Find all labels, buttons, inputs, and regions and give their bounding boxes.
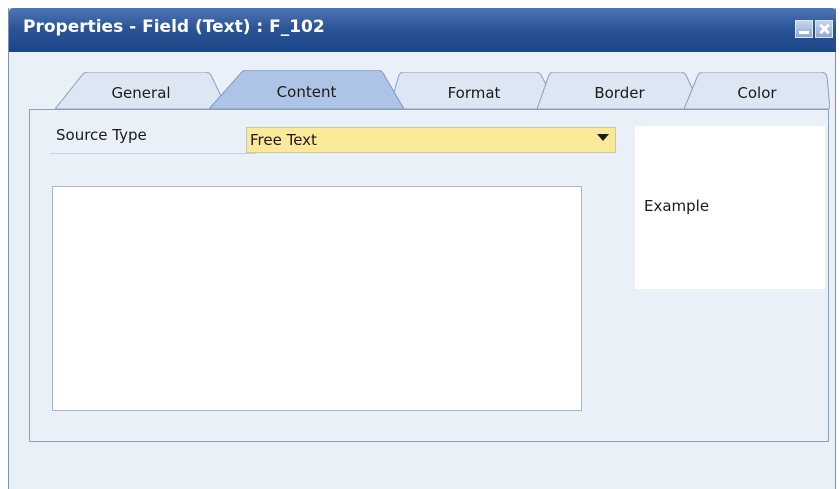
example-preview: Example xyxy=(635,126,825,289)
tab-strip: General Format Border Color Content xyxy=(9,70,836,112)
close-icon[interactable] xyxy=(815,20,833,38)
properties-window: Properties - Field (Text) : F_102 Genera… xyxy=(8,8,836,489)
tab-format[interactable]: Format xyxy=(389,72,559,109)
tab-color-label: Color xyxy=(737,83,777,102)
tab-content-label: Content xyxy=(276,82,337,101)
source-type-select[interactable]: Free Text xyxy=(246,127,616,153)
tab-general[interactable]: General xyxy=(55,72,227,109)
window-title: Properties - Field (Text) : F_102 xyxy=(23,17,325,37)
tab-border-label: Border xyxy=(594,83,645,102)
text-content-area[interactable] xyxy=(52,186,582,411)
tab-general-label: General xyxy=(111,83,171,102)
title-bar[interactable]: Properties - Field (Text) : F_102 xyxy=(9,8,836,52)
source-type-label: Source Type xyxy=(56,126,147,144)
tab-border[interactable]: Border xyxy=(537,72,702,109)
tab-format-label: Format xyxy=(447,83,501,102)
example-text: Example xyxy=(644,197,710,215)
chevron-down-icon[interactable] xyxy=(597,134,609,141)
source-type-underline xyxy=(50,153,256,154)
tab-color[interactable]: Color xyxy=(684,72,830,109)
tab-content[interactable]: Content xyxy=(209,70,404,109)
source-type-value: Free Text xyxy=(250,131,317,149)
content-panel: Source Type Free Text Example xyxy=(29,109,829,442)
minimize-icon[interactable] xyxy=(795,20,813,38)
